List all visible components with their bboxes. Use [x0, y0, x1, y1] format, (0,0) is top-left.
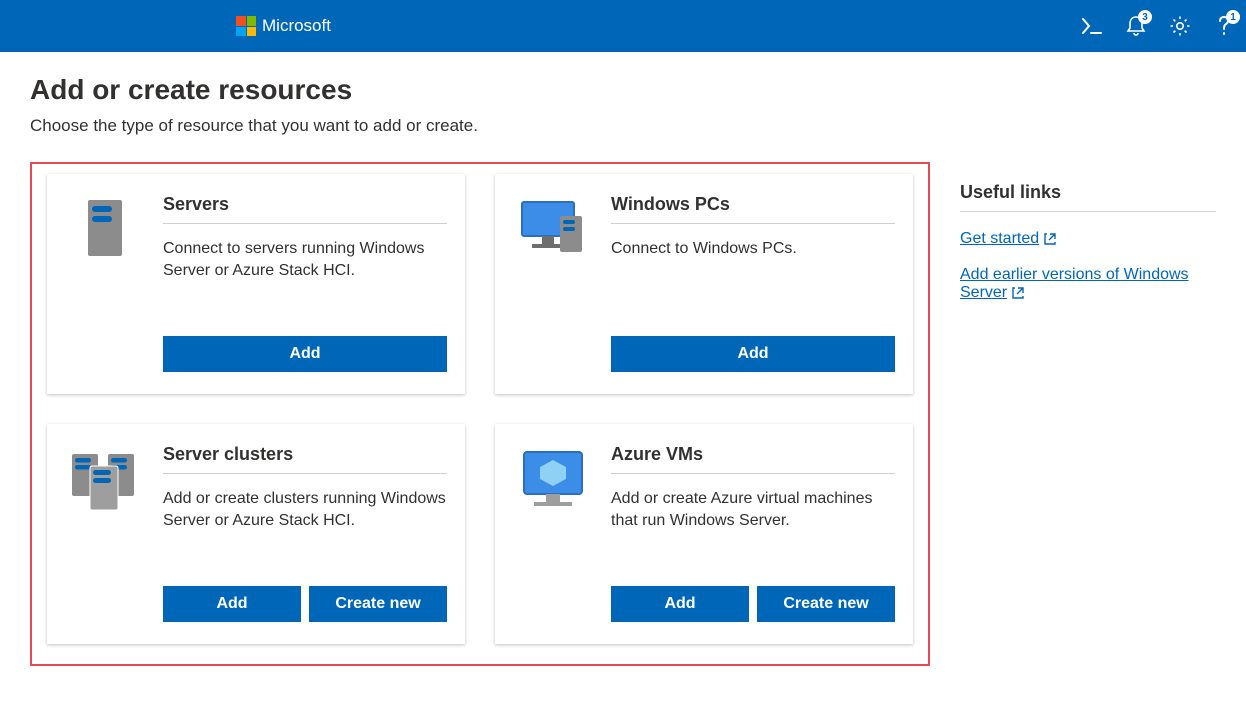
- useful-links-panel: Useful links Get started Add earlier ver…: [960, 162, 1216, 320]
- help-badge: 1: [1226, 10, 1240, 24]
- card-windows-pcs: Windows PCs Connect to Windows PCs. Add: [495, 174, 913, 394]
- page-title: Add or create resources: [30, 74, 1216, 106]
- card-azure-vms-desc: Add or create Azure virtual machines tha…: [611, 488, 895, 566]
- server-clusters-create-button[interactable]: Create new: [309, 586, 447, 622]
- windows-pcs-add-button[interactable]: Add: [611, 336, 895, 372]
- server-clusters-icon: [65, 444, 145, 622]
- card-windows-pcs-desc: Connect to Windows PCs.: [611, 238, 895, 316]
- page-subtitle: Choose the type of resource that you wan…: [30, 116, 1216, 136]
- azure-vms-icon: [513, 444, 593, 622]
- external-link-icon: [1043, 232, 1057, 246]
- page-content: Add or create resources Choose the type …: [0, 52, 1246, 688]
- link-get-started[interactable]: Get started: [960, 230, 1057, 247]
- card-servers-desc: Connect to servers running Windows Serve…: [163, 238, 447, 316]
- resource-cards-grid: Servers Connect to servers running Windo…: [30, 162, 930, 666]
- notifications-icon[interactable]: 3: [1124, 14, 1148, 38]
- card-servers-title: Servers: [163, 194, 447, 224]
- link-get-started-label: Get started: [960, 230, 1039, 247]
- server-clusters-add-button[interactable]: Add: [163, 586, 301, 622]
- microsoft-logo[interactable]: Microsoft: [236, 16, 331, 36]
- cloud-shell-icon[interactable]: [1080, 14, 1104, 38]
- servers-add-button[interactable]: Add: [163, 336, 447, 372]
- settings-gear-icon[interactable]: [1168, 14, 1192, 38]
- notifications-badge: 3: [1138, 10, 1152, 24]
- header-bar: Microsoft 3 1: [0, 0, 1246, 52]
- card-server-clusters-desc: Add or create clusters running Windows S…: [163, 488, 447, 566]
- card-azure-vms-title: Azure VMs: [611, 444, 895, 474]
- link-add-earlier-label: Add earlier versions of Windows Server: [960, 266, 1189, 301]
- card-server-clusters: Server clusters Add or create clusters r…: [47, 424, 465, 644]
- servers-icon: [65, 194, 145, 372]
- external-link-icon: [1011, 286, 1025, 300]
- help-icon[interactable]: 1: [1212, 14, 1236, 38]
- card-windows-pcs-title: Windows PCs: [611, 194, 895, 224]
- link-add-earlier-versions[interactable]: Add earlier versions of Windows Server: [960, 266, 1189, 301]
- azure-vms-add-button[interactable]: Add: [611, 586, 749, 622]
- card-azure-vms: Azure VMs Add or create Azure virtual ma…: [495, 424, 913, 644]
- card-server-clusters-title: Server clusters: [163, 444, 447, 474]
- azure-vms-create-button[interactable]: Create new: [757, 586, 895, 622]
- useful-links-heading: Useful links: [960, 182, 1216, 212]
- brand-text: Microsoft: [262, 16, 331, 36]
- microsoft-logo-icon: [236, 16, 256, 36]
- windows-pcs-icon: [513, 194, 593, 372]
- header-actions: 3 1: [1080, 14, 1236, 38]
- card-servers: Servers Connect to servers running Windo…: [47, 174, 465, 394]
